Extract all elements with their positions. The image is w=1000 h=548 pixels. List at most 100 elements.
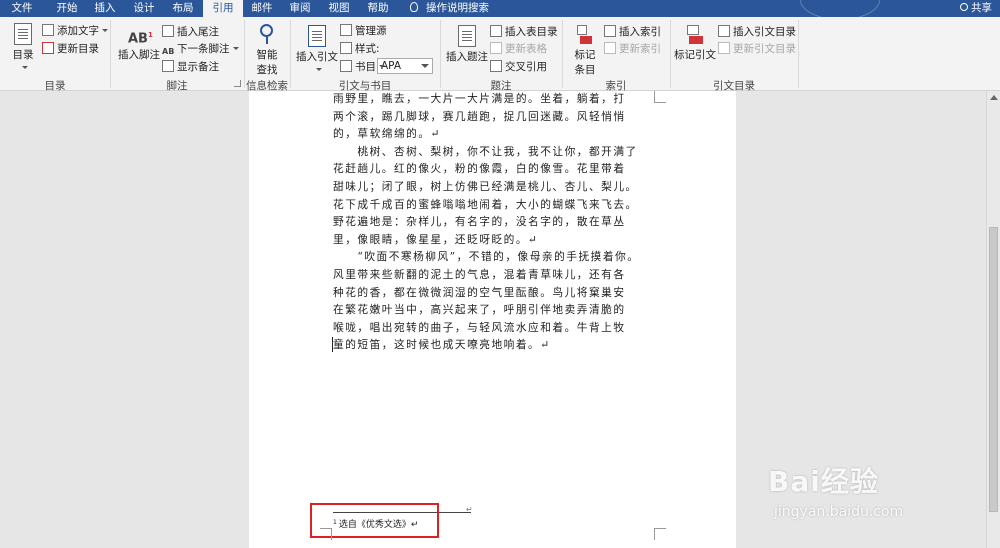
document-line: 野花遍地是：杂样儿，有名字的，没名字的，散在草丛 (333, 215, 626, 229)
baidu-watermark: Bai经验 jingyan.baidu.com (768, 460, 968, 530)
add-text-button[interactable]: 添加文字 (42, 23, 108, 39)
insert-index-icon (604, 25, 616, 37)
update-table-button[interactable]: 更新表格 (490, 41, 547, 57)
insert-caption-label: 插入题注 (446, 51, 488, 63)
document-line: 花赶趟儿。红的像火，粉的像霞，白的像雪。花里带着 (333, 162, 626, 176)
vertical-scrollbar[interactable] (986, 91, 1000, 548)
bibliography-label: 书目 (355, 61, 376, 73)
tab-mailings[interactable]: 邮件 (243, 0, 281, 17)
insert-toa-label: 插入引文目录 (733, 26, 796, 38)
cross-reference-button[interactable]: 交叉引用 (490, 59, 547, 75)
chevron-down-icon (21, 66, 28, 69)
show-notes-label: 显示备注 (177, 61, 219, 73)
mark-citation-button[interactable]: 标记引文 (674, 25, 716, 62)
document-body-text[interactable]: 雨野里，瞧去，一大片一大片满是的。坐着，躺着，打 两个滚，踢几脚球，赛几趟跑，捉几… (333, 90, 657, 354)
insert-endnote-label: 插入尾注 (177, 26, 219, 38)
tab-review[interactable]: 审阅 (281, 0, 319, 17)
insert-endnote-button[interactable]: 插入尾注 (162, 24, 219, 40)
cross-reference-icon (490, 60, 502, 72)
toc-button[interactable]: 目录 (8, 23, 38, 74)
paragraph-mark: ↵ (334, 337, 343, 348)
chevron-down-icon (379, 65, 385, 68)
crop-mark (654, 528, 666, 540)
insert-footnote-button[interactable]: AB1 插入脚注 (116, 25, 162, 62)
dialog-launcher-icon[interactable] (234, 80, 241, 87)
insert-footnote-label: 插入脚注 (118, 49, 160, 61)
document-line: 在繁花嫩叶当中，高兴起来了，呼朋引伴地卖弄清脆的 (333, 303, 626, 317)
update-toa-label: 更新引文目录 (733, 43, 796, 55)
tell-me-search[interactable]: 操作说明搜索 (410, 0, 489, 17)
next-footnote-label: 下一条脚注 (177, 43, 230, 55)
mark-citation-icon (685, 25, 705, 45)
scroll-up-arrow-icon[interactable] (990, 95, 998, 100)
insert-table-of-figures-label: 插入表目录 (505, 26, 558, 38)
update-toc-label: 更新目录 (57, 43, 99, 55)
update-index-button[interactable]: 更新索引 (604, 41, 661, 57)
next-footnote-icon: AB (162, 47, 175, 56)
document-line: 花下成千成百的蜜蜂嗡嗡地闹着，大小的蝴蝶飞来飞去。 (333, 197, 638, 211)
tab-layout[interactable]: 布局 (164, 0, 202, 17)
update-index-label: 更新索引 (619, 43, 661, 55)
tab-references[interactable]: 引用 (203, 0, 243, 17)
document-line: 喉咙，唱出宛转的曲子，与轻风流水应和着。牛背上牧 (333, 320, 626, 334)
cross-reference-label: 交叉引用 (505, 61, 547, 73)
chevron-down-icon (421, 64, 429, 68)
update-toa-button[interactable]: 更新引文目录 (718, 41, 796, 57)
citation-icon (308, 25, 326, 47)
document-line: 童的短笛，这时候也成天嘹亮地响着。↵ (333, 338, 551, 352)
mark-entry-label-1: 标记 (574, 49, 596, 61)
mark-citation-label: 标记引文 (674, 49, 716, 61)
insert-toa-button[interactable]: 插入引文目录 (718, 24, 796, 40)
mark-entry-button[interactable]: 标记 条目 (568, 25, 602, 77)
crop-mark (320, 528, 332, 540)
insert-index-label: 插入索引 (619, 26, 661, 38)
footnote-icon: AB1 (128, 31, 153, 47)
watermark-brand: Bai经验 (768, 465, 879, 498)
style-label-area: 样式: (340, 41, 380, 57)
caption-icon (458, 25, 476, 47)
bibliography-button[interactable]: 书目 (340, 59, 385, 75)
bibliography-icon (340, 60, 352, 72)
tab-home[interactable]: 开始 (48, 0, 86, 17)
smart-lookup-label-2: 查找 (256, 64, 278, 76)
document-line: 桃树、杏树、梨树，你不让我，我不让你，都开满了 (333, 144, 638, 158)
document-line: 风里带来些新翻的泥土的气息，混着青草味儿，还有各 (333, 267, 626, 281)
next-footnote-button[interactable]: AB 下一条脚注 (162, 41, 239, 57)
chevron-down-icon (102, 29, 108, 32)
manage-sources-button[interactable]: 管理源 (340, 23, 387, 39)
update-toc-button[interactable]: 更新目录 (42, 41, 99, 57)
tab-view[interactable]: 视图 (319, 0, 359, 17)
insert-index-button[interactable]: 插入索引 (604, 24, 661, 40)
show-notes-button[interactable]: 显示备注 (162, 59, 219, 75)
document-line: 两个滚，踢几脚球，赛几趟跑，捉几回迷藏。风轻悄悄 (333, 109, 626, 123)
tab-insert[interactable]: 插入 (86, 0, 124, 17)
smart-lookup-button[interactable]: 智能 查找 (250, 23, 284, 77)
group-label-toc: 目录 (44, 80, 66, 92)
insert-caption-button[interactable]: 插入题注 (446, 25, 488, 64)
tab-file[interactable]: 文件 (0, 0, 44, 17)
chevron-down-icon (315, 68, 322, 71)
person-icon (960, 3, 968, 11)
document-line: 种花的香，都在微微润湿的空气里酝酿。鸟儿将窠巢安 (333, 285, 626, 299)
lightbulb-icon (410, 2, 418, 12)
insert-citation-button[interactable]: 插入引文 (296, 25, 338, 76)
separator-para-mark: ↵ (466, 505, 473, 514)
tab-design[interactable]: 设计 (124, 0, 164, 17)
manage-sources-label: 管理源 (355, 25, 387, 37)
document-line: 雨野里，瞧去，一大片一大片满是的。坐着，躺着，打 (333, 92, 626, 105)
refresh-icon (604, 42, 616, 54)
refresh-icon (42, 42, 54, 54)
share-label: 共享 (971, 2, 992, 14)
document-line: 里，像眼睛，像星星，还眨呀眨的。↵ (333, 232, 539, 246)
ribbon-references: 目录 添加文字 更新目录 目录 AB1 插入脚注 插入尾注 AB 下一条脚注 显示… (0, 17, 1000, 92)
citation-style-select[interactable]: APA (377, 58, 433, 74)
endnote-icon (162, 25, 174, 37)
refresh-icon (718, 42, 730, 54)
ribbon-tab-bar: 文件 开始 插入 设计 布局 引用 邮件 审阅 视图 帮助 操作说明搜索 共享 (0, 0, 1000, 20)
text-cursor (332, 337, 333, 352)
share-button[interactable]: 共享 (960, 0, 992, 17)
tab-help[interactable]: 帮助 (359, 0, 397, 17)
insert-table-of-figures-button[interactable]: 插入表目录 (490, 24, 558, 40)
style-label: 样式: (355, 43, 380, 55)
scrollbar-thumb[interactable] (989, 227, 998, 512)
